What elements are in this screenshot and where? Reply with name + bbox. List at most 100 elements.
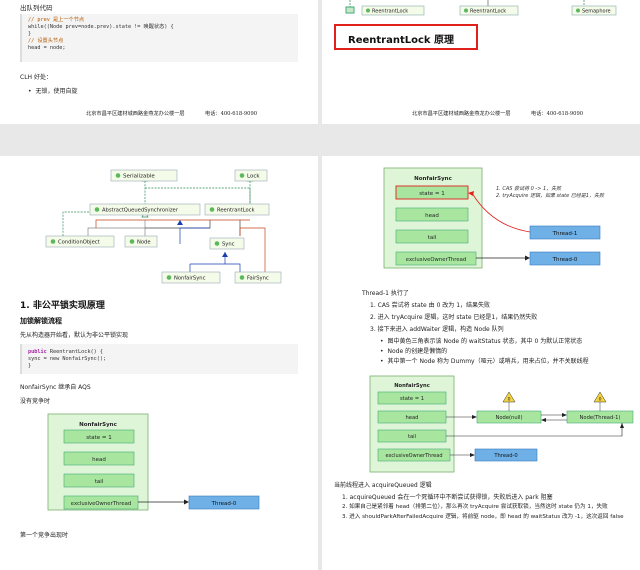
svg-text:FairSync: FairSync	[247, 276, 269, 282]
sub-list-item: 其中第一个 Node 称为 Dummy（哑元）或哨兵，用来占位，并不关联线程	[380, 356, 589, 365]
svg-text:2. tryAcquire 逻辑，如果 state 已经是1: 2. tryAcquire 逻辑，如果 state 已经是1，失败	[496, 192, 605, 199]
code-line: head = node;	[28, 45, 66, 51]
class-icon	[366, 8, 370, 13]
svg-text:NonfairSync: NonfairSync	[414, 176, 452, 182]
svg-text:Node(Thread-1): Node(Thread-1)	[580, 415, 621, 421]
svg-text:head: head	[406, 415, 419, 421]
svg-text:Node(null): Node(null)	[495, 415, 522, 421]
code-line: }	[28, 363, 32, 369]
uml-conditionobject: ConditionObject	[45, 235, 115, 248]
svg-text:Lock: Lock	[247, 174, 260, 180]
svg-text:exclusiveOwnerThread: exclusiveOwnerThread	[406, 257, 466, 263]
svg-text:Thread-0: Thread-0	[493, 453, 517, 459]
svg-text:Node: Node	[137, 240, 151, 246]
abstract-class-icon	[94, 207, 100, 212]
uml-fairsync: FairSync	[234, 271, 282, 284]
svg-text:Thread-0: Thread-0	[552, 257, 578, 263]
code-line: // prev 是上一个节点	[28, 17, 85, 23]
svg-text:exclusiveOwnerThread: exclusiveOwnerThread	[71, 501, 131, 507]
page-1-code-block: // prev 是上一个节点 while((Node prev=node.pre…	[20, 14, 298, 62]
list-item: 3. 接下来进入 addWaiter 逻辑，构造 Node 队列	[370, 326, 504, 333]
nonfairsync-diagram-uncontended: NonfairSync state = 1 head tail exclusiv…	[47, 413, 260, 511]
code-line: public ReentrantLock() {	[28, 349, 103, 355]
list-item: 2. 如果自己是紧邻着 head（排第二位），那么再次 tryAcquire 尝…	[342, 504, 608, 510]
page-4: NonfairSync state = 1 head tail exclusiv…	[322, 156, 640, 570]
interface-icon	[115, 173, 121, 178]
code-line: }	[28, 31, 32, 37]
code-text: ReentrantLock() {	[49, 349, 103, 355]
page-1-section: CLH 好处：	[20, 74, 52, 81]
class-icon	[50, 239, 56, 244]
class-icon	[576, 8, 580, 13]
sub-list-item: 图中黄色三角表示该 Node 的 waitStatus 状态，其中 0 为默认正…	[380, 336, 583, 345]
svg-text:NonfairSync: NonfairSync	[79, 422, 117, 428]
code-line: sync = new NonfairSync();	[28, 356, 107, 362]
paragraph: NonfairSync 继承自 AQS	[20, 384, 91, 391]
svg-text:tail: tail	[95, 479, 104, 485]
svg-text:Serializable: Serializable	[123, 174, 155, 180]
svg-text:head: head	[425, 213, 439, 219]
svg-text:ConditionObject: ConditionObject	[58, 240, 100, 246]
paragraph: 当前线程进入 acquireQueued 逻辑	[334, 482, 432, 489]
svg-text:Thread-1: Thread-1	[552, 231, 578, 237]
svg-text:Sync: Sync	[222, 242, 235, 248]
svg-text:tail: tail	[428, 235, 437, 241]
paragraph: 第一个竞争出现时	[20, 532, 69, 539]
uml-serializable: Serializable	[110, 169, 178, 182]
uml-lock: Lock	[234, 169, 268, 182]
page-1-footer-address: 北京市昌平区建材城西路金燕龙办公楼一层	[86, 111, 185, 117]
uml-node: Node	[124, 235, 158, 248]
nonfairsync-diagram-queue: NonfairSync state = 1 head tail exclusiv…	[369, 375, 634, 473]
abstract-class-icon	[214, 241, 220, 246]
list-item: 1. acquireQueued 会在一个死循环中不断尝试获得锁，失败后进入 p…	[342, 494, 553, 501]
svg-text:tail: tail	[408, 434, 416, 440]
svg-text:state = 1: state = 1	[400, 396, 424, 402]
list-item: 1. CAS 尝试将 state 由 0 改为 1，结果失败	[370, 302, 491, 309]
page-2-title: ReentrantLock 原理	[348, 35, 455, 46]
list-item: 3. 进入 shouldParkAfterFailedAcquire 逻辑，将前…	[342, 514, 624, 520]
class-hierarchy-diagram: Serializable Lock AbstractQueuedSynchron…	[45, 169, 282, 284]
svg-text:0: 0	[508, 397, 511, 403]
constructor-code-block: public ReentrantLock() { sync = new Nonf…	[20, 344, 298, 374]
nonfairsync-diagram-cas-fail: NonfairSync state = 1 head tail exclusiv…	[383, 167, 605, 269]
class-icon	[129, 239, 135, 244]
list-item: 2. 进入 tryAcquire 逻辑，这时 state 已经是1，结果仍然失败	[370, 314, 538, 321]
page-2-footer-phone: 电话：400-618-9090	[531, 111, 584, 117]
svg-text:head: head	[92, 457, 106, 463]
sub-list-item: Node 的创建是懒惰的	[380, 346, 448, 355]
svg-text:state = 1: state = 1	[419, 191, 445, 197]
page-2-footer-address: 北京市昌平区建材城西路金燕龙办公楼一层	[412, 111, 511, 117]
page-3: Serializable Lock AbstractQueuedSynchron…	[0, 156, 318, 570]
page-1-footer-phone: 电话：400-618-9090	[205, 111, 258, 117]
svg-text:1. CAS 尝试将 0 -> 1，失败: 1. CAS 尝试将 0 -> 1，失败	[496, 185, 562, 192]
page-2-top-diagram: ReentrantLock ReentrantLock Semaphore	[345, 0, 617, 16]
paragraph: Thread-1 执行了	[362, 290, 409, 297]
code-line: while((Node prev=node.prev).state != 唤醒状…	[28, 24, 174, 30]
top-node-label: ReentrantLock	[470, 9, 506, 15]
paragraph: 先从构造器开始看，默认为非公平锁实现	[20, 332, 129, 339]
uml-sync: Sync	[209, 237, 245, 250]
page-1-bullet: 无锁，使用自旋	[28, 86, 78, 95]
svg-text:NonfairSync: NonfairSync	[394, 383, 430, 389]
svg-text:Thread-0: Thread-0	[211, 501, 237, 507]
svg-text:AbstractQueuedSynchronizer: AbstractQueuedSynchronizer	[102, 208, 179, 214]
class-icon	[166, 275, 172, 280]
top-node-label: ReentrantLock	[372, 9, 408, 15]
svg-text:0: 0	[599, 397, 602, 403]
paragraph: 没有竞争时	[20, 398, 51, 405]
page-2: ReentrantLock ReentrantLock Semaphore Re…	[322, 0, 640, 124]
svg-text:NonfairSync: NonfairSync	[174, 276, 206, 282]
page-2-title-box: ReentrantLock 原理	[334, 24, 478, 50]
svg-text:ReentrantLock: ReentrantLock	[217, 208, 255, 214]
uml-reentrantlock: ReentrantLock	[204, 203, 270, 216]
svg-text:state = 1: state = 1	[86, 435, 112, 441]
svg-text:exclusiveOwnerThread: exclusiveOwnerThread	[385, 453, 442, 459]
class-icon	[239, 275, 245, 280]
uml-aqs: AbstractQueuedSynchronizer	[89, 203, 201, 216]
subsection-heading: 加锁解锁流程	[20, 317, 62, 325]
top-node-label: Semaphore	[582, 9, 611, 15]
class-icon	[464, 8, 468, 13]
section-heading: 1. 非公平锁实现原理	[20, 301, 105, 311]
class-icon	[209, 207, 215, 212]
uml-nonfairsync: NonfairSync	[161, 271, 221, 284]
